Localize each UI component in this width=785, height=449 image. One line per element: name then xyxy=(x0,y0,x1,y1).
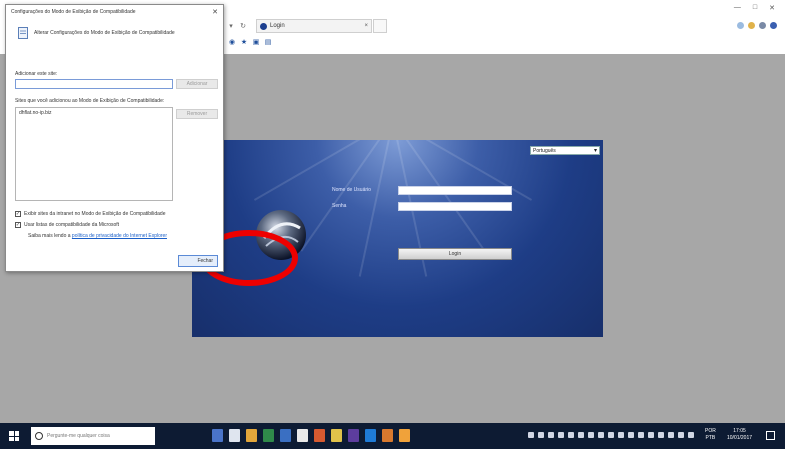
tray-app-icon[interactable] xyxy=(618,432,624,438)
vlc-icon[interactable] xyxy=(399,429,410,442)
list-item[interactable]: dhflat.no-ip.biz xyxy=(19,110,169,116)
browser-toolbar: ◉ ★ ▣ ▤ xyxy=(228,38,272,46)
taskbar-clock[interactable]: 17:05 10/01/2017 xyxy=(727,428,752,442)
input-language-indicator[interactable]: POR PTB xyxy=(705,428,716,442)
password-label: Senha xyxy=(332,203,347,209)
clock-date: 10/01/2017 xyxy=(727,435,753,441)
microsoft-lists-checkbox-label: Usar listas de compatibilidade da Micros… xyxy=(24,222,120,228)
intranet-checkbox-row[interactable]: ✓ Exibir sites da intranet no Modo de Ex… xyxy=(15,211,165,217)
star-icon[interactable]: ★ xyxy=(240,38,248,46)
favorites-icon[interactable] xyxy=(748,22,755,29)
tray-app-icon[interactable] xyxy=(608,432,614,438)
privacy-info-text: Saiba mais lendo a xyxy=(28,233,71,239)
intranet-checkbox[interactable]: ✓ xyxy=(15,211,21,217)
tab-login[interactable]: Login × xyxy=(256,19,372,33)
browser-action-icons xyxy=(737,22,777,29)
add-site-input[interactable] xyxy=(15,79,173,89)
privacy-info: Saiba mais lendo a política de privacida… xyxy=(28,233,167,239)
document-icon xyxy=(18,27,28,39)
site-list[interactable]: dhflat.no-ip.biz xyxy=(15,107,173,201)
powerpoint-icon[interactable] xyxy=(314,429,325,442)
intranet-checkbox-label: Exibir sites da intranet no Modo de Exib… xyxy=(24,211,166,217)
windows-taskbar: Pergunte-me qualquer coisa POR PTB 17:05… xyxy=(0,423,785,449)
close-button[interactable]: Fechar xyxy=(178,255,218,267)
ie-logo-icon[interactable]: ◉ xyxy=(228,38,236,46)
settings-gear-icon[interactable] xyxy=(759,22,766,29)
file-explorer-icon[interactable] xyxy=(229,429,240,442)
tray-app-icon[interactable] xyxy=(598,432,604,438)
site-list-label: Sites que você adicionou ao Modo de Exib… xyxy=(15,98,165,104)
privacy-policy-link[interactable]: política de privacidade do Internet Expl… xyxy=(72,233,167,239)
tray-app-icon[interactable] xyxy=(578,432,584,438)
maximize-icon[interactable]: □ xyxy=(753,4,757,12)
tray-app-icon[interactable] xyxy=(538,432,544,438)
language-value: Português xyxy=(533,147,556,154)
dialog-header: Alterar Configurações do Modo de Exibiçã… xyxy=(18,27,175,39)
favicon-icon xyxy=(260,22,267,30)
tray-app-icon[interactable] xyxy=(528,432,534,438)
add-button[interactable]: Adicionar xyxy=(176,79,218,89)
search-dropdown-icon[interactable]: ▾ xyxy=(225,20,237,32)
microsoft-lists-checkbox-row[interactable]: ✓ Usar listas de compatibilidade da Micr… xyxy=(15,222,119,228)
dialog-heading: Alterar Configurações do Modo de Exibiçã… xyxy=(34,30,175,36)
clock-time: 17:05 xyxy=(733,428,746,434)
username-label: Nome de Usuário xyxy=(332,187,371,193)
tab-strip-controls: ▾ ↻ xyxy=(225,18,249,34)
home-button-icon[interactable] xyxy=(737,22,744,29)
add-site-label: Adicionar este site: xyxy=(15,71,58,77)
print-icon[interactable]: ▤ xyxy=(264,38,272,46)
login-button[interactable]: Login xyxy=(398,248,512,260)
tray-app-icon[interactable] xyxy=(648,432,654,438)
minimize-icon[interactable]: — xyxy=(734,4,741,12)
taskbar-apps xyxy=(212,429,410,442)
folder-icon[interactable] xyxy=(331,429,342,442)
password-input[interactable] xyxy=(398,202,512,211)
tray-app-icon[interactable] xyxy=(638,432,644,438)
tray-app-icon[interactable] xyxy=(568,432,574,438)
task-view-icon[interactable] xyxy=(212,429,223,442)
action-center-icon[interactable] xyxy=(766,431,775,440)
window-controls: — □ ✕ xyxy=(734,4,775,12)
username-input[interactable] xyxy=(398,186,512,195)
tab-close-icon[interactable]: × xyxy=(364,23,368,29)
cortana-search-icon xyxy=(35,432,43,440)
search-placeholder: Pergunte-me qualquer coisa xyxy=(47,433,110,439)
tab-label: Login xyxy=(270,23,285,29)
tray-app-icon[interactable] xyxy=(588,432,594,438)
tray-app-icon[interactable] xyxy=(548,432,554,438)
close-window-icon[interactable]: ✕ xyxy=(769,4,775,12)
onenote-icon[interactable] xyxy=(348,429,359,442)
windows-start-icon[interactable] xyxy=(9,431,19,441)
feedback-icon[interactable] xyxy=(770,22,777,29)
chrome-icon[interactable] xyxy=(246,429,257,442)
network-icon[interactable] xyxy=(668,432,674,438)
tray-app-icon[interactable] xyxy=(558,432,564,438)
tray-app-icon[interactable] xyxy=(658,432,664,438)
taskbar-search-box[interactable]: Pergunte-me qualquer coisa xyxy=(31,427,155,445)
language-select[interactable]: Português xyxy=(530,146,600,155)
refresh-icon[interactable]: ↻ xyxy=(237,20,249,32)
new-tab-button[interactable] xyxy=(373,19,387,33)
microsoft-lists-checkbox[interactable]: ✓ xyxy=(15,222,21,228)
battery-icon[interactable] xyxy=(688,432,694,438)
dialog-close-icon[interactable]: ✕ xyxy=(212,8,218,16)
home-icon[interactable]: ▣ xyxy=(252,38,260,46)
system-tray xyxy=(528,432,694,438)
internet-explorer-icon[interactable] xyxy=(365,429,376,442)
light-ray xyxy=(300,140,394,252)
compatibility-view-dialog: Configurações do Modo de Exibição de Com… xyxy=(5,4,224,272)
dialog-title: Configurações do Modo de Exibição de Com… xyxy=(11,9,136,15)
tray-app-icon[interactable] xyxy=(628,432,634,438)
dialog-titlebar[interactable]: Configurações do Modo de Exibição de Com… xyxy=(6,5,223,19)
word-icon[interactable] xyxy=(280,429,291,442)
light-ray xyxy=(392,140,486,252)
remove-button[interactable]: Remover xyxy=(176,109,218,119)
photos-icon[interactable] xyxy=(297,429,308,442)
excel-icon[interactable] xyxy=(263,429,274,442)
volume-icon[interactable] xyxy=(678,432,684,438)
firefox-icon[interactable] xyxy=(382,429,393,442)
